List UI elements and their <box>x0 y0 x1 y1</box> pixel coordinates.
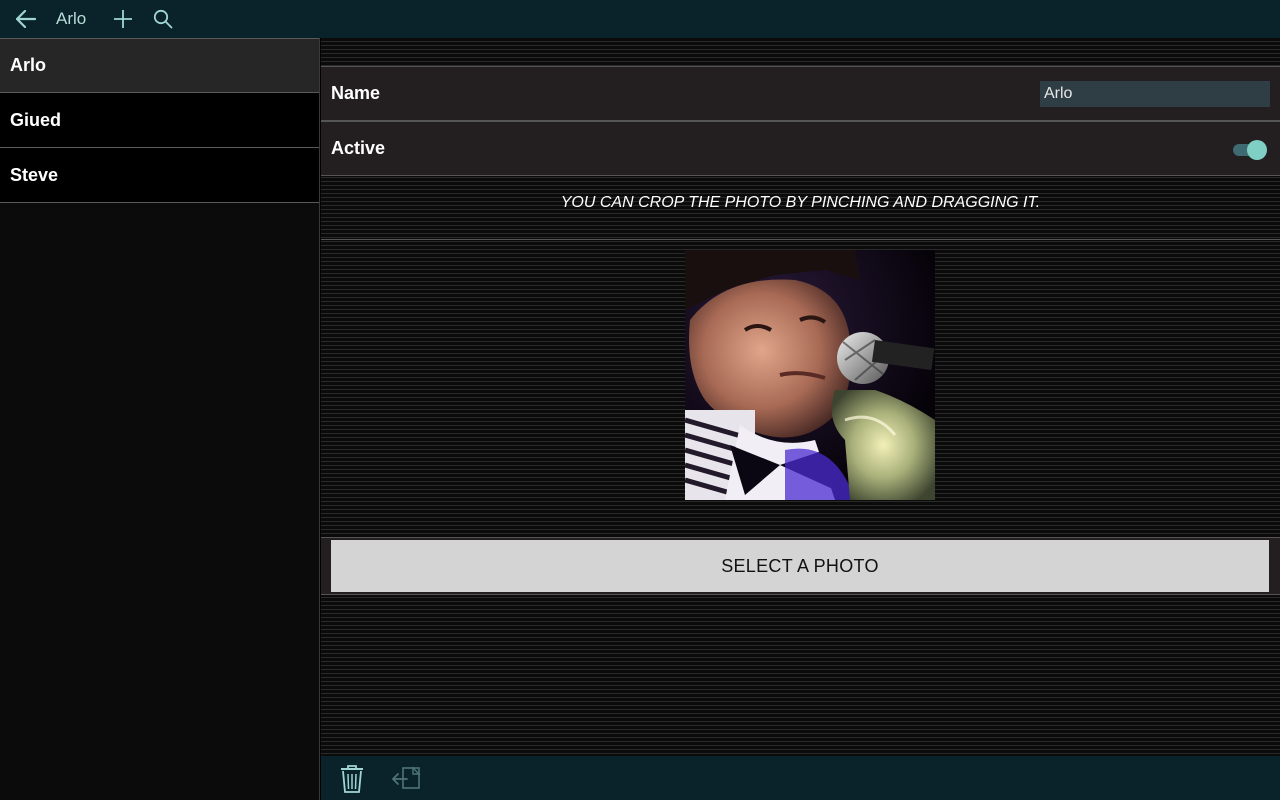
detail-panel: Name Active YOU CAN CROP THE PHOTO BY PI… <box>321 38 1280 756</box>
divider <box>321 239 1280 240</box>
sidebar-item-giued[interactable]: Giued <box>0 93 319 148</box>
sidebar-item-arlo[interactable]: Arlo <box>0 38 319 93</box>
sidebar-item-label: Giued <box>10 109 62 130</box>
sidebar-item-label: Steve <box>10 164 59 185</box>
profile-photo[interactable] <box>685 250 935 500</box>
select-photo-button[interactable]: SELECT A PHOTO <box>331 540 1269 592</box>
photo-image <box>685 250 935 500</box>
active-toggle[interactable] <box>1233 140 1267 160</box>
search-button[interactable] <box>152 8 174 30</box>
plus-icon <box>114 10 133 28</box>
export-button[interactable] <box>391 766 423 792</box>
arrow-left-icon <box>16 10 36 28</box>
delete-button[interactable] <box>339 764 365 794</box>
bottom-toolbar <box>321 756 1280 800</box>
active-label: Active <box>331 138 386 158</box>
toggle-thumb <box>1247 140 1267 160</box>
search-icon <box>154 9 173 29</box>
name-row: Name <box>321 66 1280 121</box>
export-icon <box>391 766 421 789</box>
page-title: Arlo <box>56 9 87 28</box>
sidebar-item-label: Arlo <box>10 55 46 75</box>
crop-hint: YOU CAN CROP THE PHOTO BY PINCHING AND D… <box>560 194 1041 211</box>
app-bar: Arlo <box>0 0 1280 38</box>
name-label: Name <box>331 83 381 103</box>
add-button[interactable] <box>112 8 134 30</box>
select-photo-row: SELECT A PHOTO <box>321 537 1280 595</box>
back-button[interactable] <box>15 8 37 30</box>
sidebar: Arlo Giued Steve <box>0 38 320 800</box>
trash-icon <box>341 765 363 793</box>
name-input[interactable] <box>1040 81 1270 107</box>
active-row: Active <box>321 121 1280 176</box>
sidebar-item-steve[interactable]: Steve <box>0 148 319 203</box>
